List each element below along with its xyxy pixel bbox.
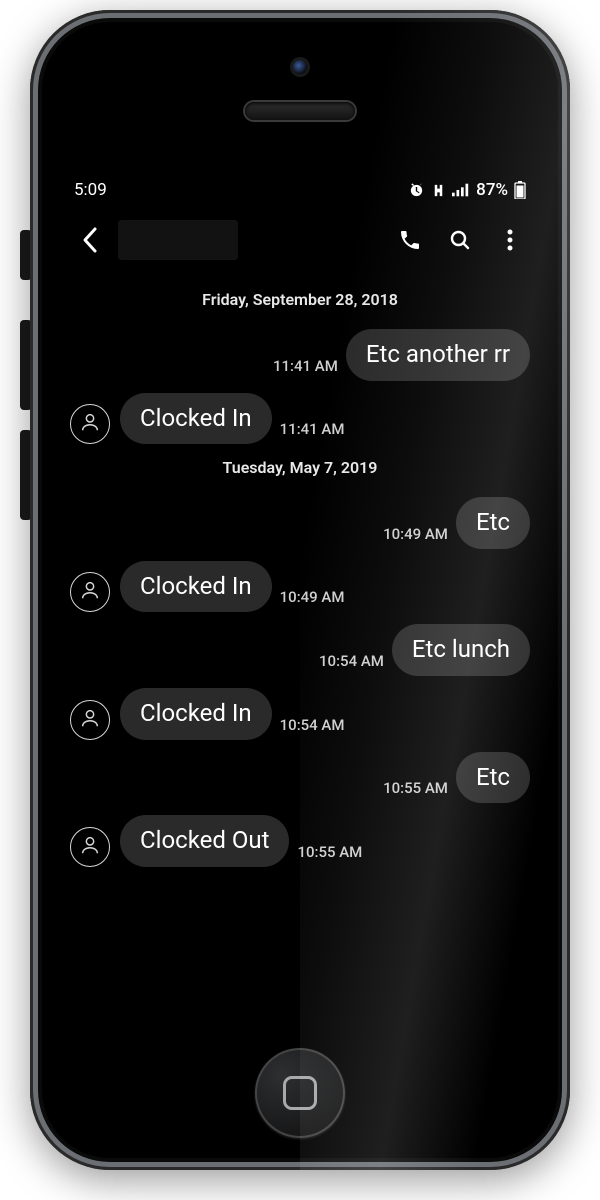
message-bubble[interactable]: Etc <box>456 752 530 804</box>
incoming-message-row: Clocked Out 10:55 AM <box>70 815 530 867</box>
person-icon <box>79 579 101 605</box>
screen: 5:09 87% <box>60 170 540 1020</box>
message-timestamp: 10:54 AM <box>280 716 345 734</box>
message-timestamp: 10:49 AM <box>280 588 345 606</box>
search-button[interactable] <box>438 218 482 262</box>
date-header: Tuesday, May 7, 2019 <box>70 458 530 477</box>
home-button[interactable] <box>255 1048 345 1138</box>
search-icon <box>448 228 472 252</box>
message-timestamp: 10:55 AM <box>383 779 448 797</box>
avatar[interactable] <box>70 572 110 612</box>
message-bubble[interactable]: Clocked In <box>120 561 272 613</box>
incoming-message-row: Clocked In 11:41 AM <box>70 393 530 445</box>
contact-name-redacted[interactable] <box>118 220 238 260</box>
person-icon <box>79 411 101 437</box>
person-icon <box>79 834 101 860</box>
conversation-list[interactable]: Friday, September 28, 2018 Etc another rr… <box>60 270 540 889</box>
incoming-message-row: Clocked In 10:49 AM <box>70 561 530 613</box>
home-button-icon <box>283 1076 317 1110</box>
message-timestamp: 10:54 AM <box>319 652 384 670</box>
battery-percent: 87% <box>476 180 508 200</box>
message-bubble[interactable]: Clocked In <box>120 688 272 740</box>
avatar[interactable] <box>70 827 110 867</box>
incoming-message-row: Clocked In 10:54 AM <box>70 688 530 740</box>
message-timestamp: 11:41 AM <box>273 357 338 375</box>
chevron-left-icon <box>81 226 99 254</box>
back-button[interactable] <box>68 218 112 262</box>
network-type-icon <box>431 183 446 198</box>
message-bubble[interactable]: Etc <box>456 497 530 549</box>
message-bubble[interactable]: Etc another rr <box>346 329 530 381</box>
message-bubble[interactable]: Etc lunch <box>392 624 530 676</box>
phone-frame: 5:09 87% <box>30 10 570 1170</box>
status-bar: 5:09 87% <box>60 170 540 210</box>
message-timestamp: 10:49 AM <box>383 525 448 543</box>
outgoing-message-row: Etc another rr 11:41 AM <box>70 329 530 381</box>
front-camera <box>293 60 307 74</box>
message-bubble[interactable]: Clocked Out <box>120 815 289 867</box>
status-time: 5:09 <box>74 180 107 200</box>
phone-icon <box>398 228 422 252</box>
status-right: 87% <box>408 180 526 200</box>
more-button[interactable] <box>488 218 532 262</box>
outgoing-message-row: Etc 10:49 AM <box>70 497 530 549</box>
message-bubble[interactable]: Clocked In <box>120 393 272 445</box>
avatar[interactable] <box>70 700 110 740</box>
outgoing-message-row: Etc 10:55 AM <box>70 752 530 804</box>
more-vertical-icon <box>507 229 513 251</box>
signal-icon <box>452 183 470 197</box>
alarm-icon <box>408 182 425 199</box>
call-button[interactable] <box>388 218 432 262</box>
avatar[interactable] <box>70 404 110 444</box>
message-timestamp: 10:55 AM <box>297 843 362 861</box>
conversation-header <box>60 210 540 270</box>
earpiece-speaker <box>245 102 355 120</box>
outgoing-message-row: Etc lunch 10:54 AM <box>70 624 530 676</box>
person-icon <box>79 707 101 733</box>
date-header: Friday, September 28, 2018 <box>70 290 530 309</box>
battery-icon <box>514 181 526 199</box>
message-timestamp: 11:41 AM <box>280 420 345 438</box>
